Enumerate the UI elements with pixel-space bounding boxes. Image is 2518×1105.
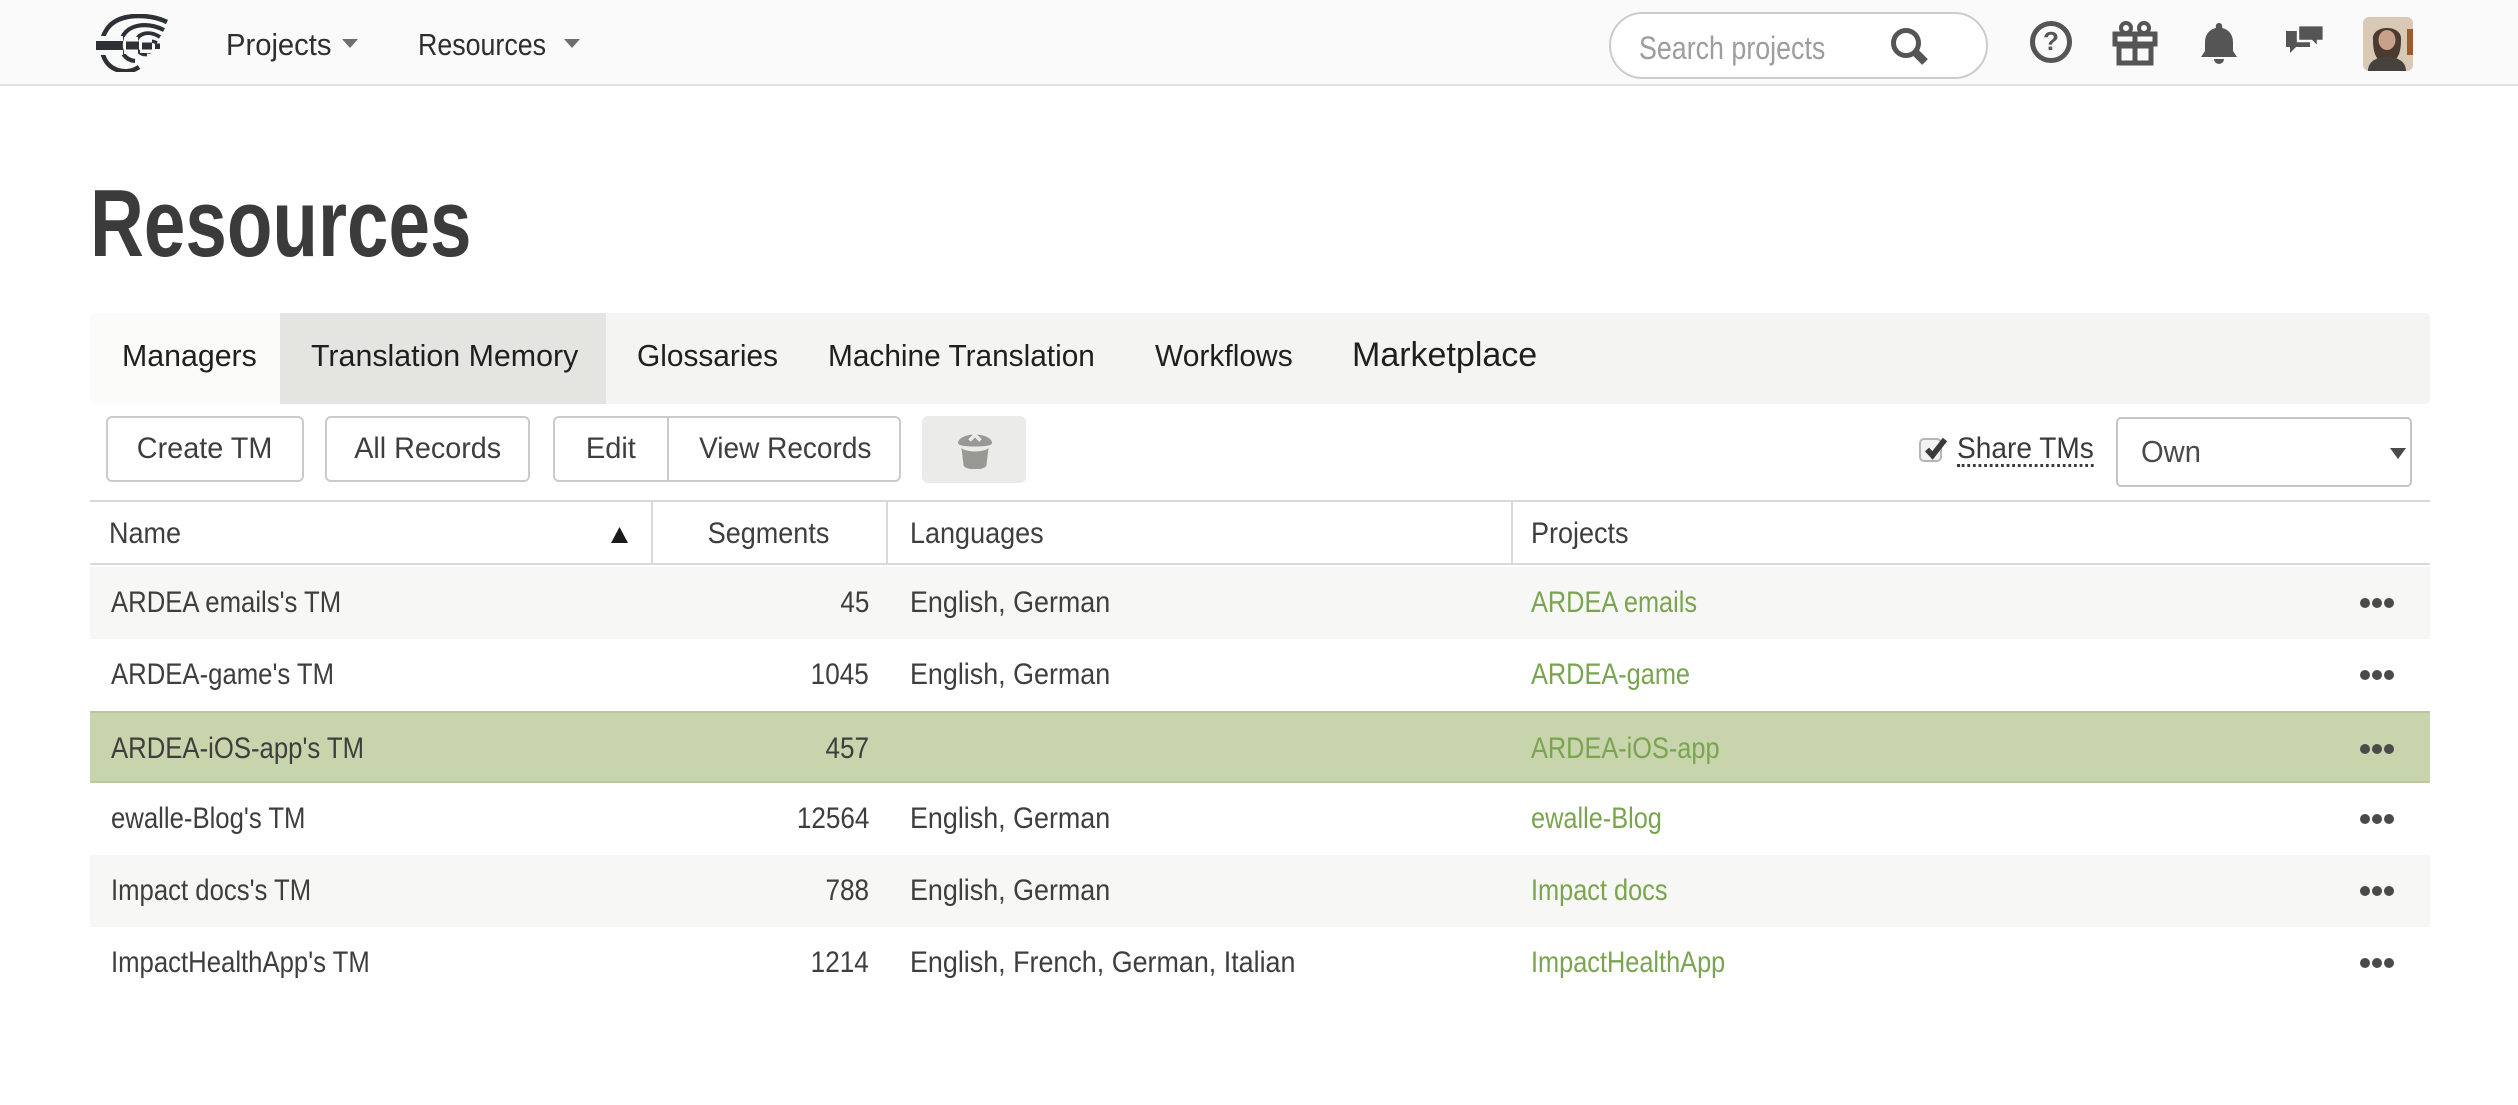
svg-text:?: ?: [2043, 26, 2059, 56]
